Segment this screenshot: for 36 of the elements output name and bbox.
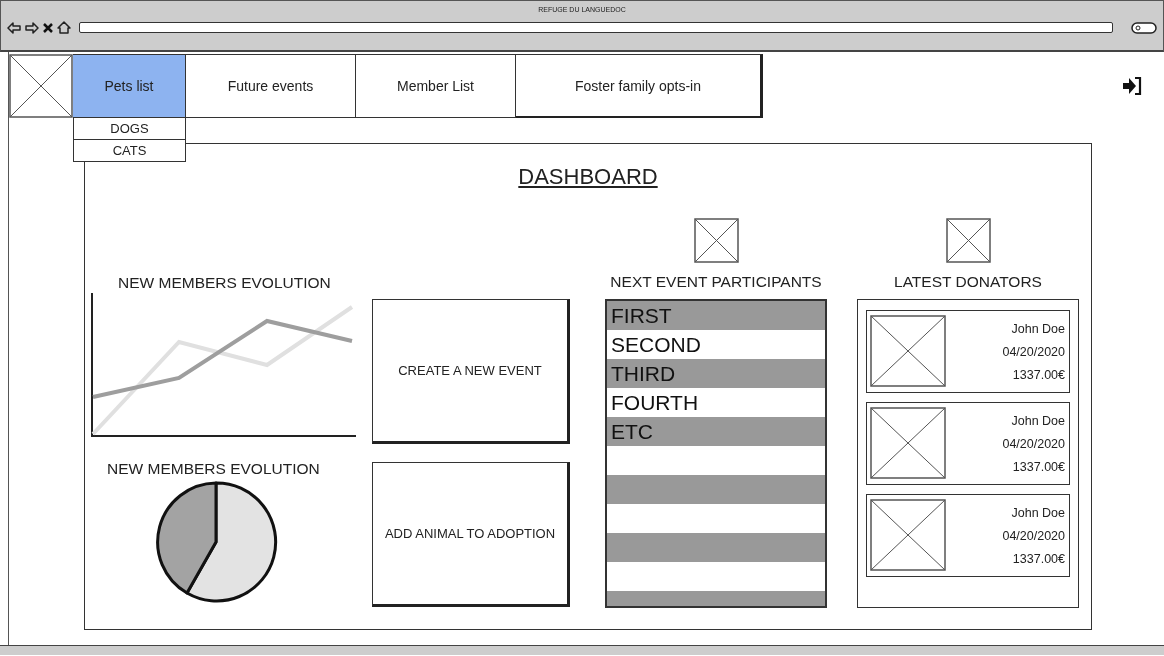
action-button[interactable]: ADD ANIMAL TO ADOPTION (372, 462, 570, 607)
login-icon[interactable] (1122, 76, 1142, 96)
donator-name: John Doe (1011, 321, 1065, 336)
participant-name: THIRD (610, 361, 677, 387)
donation-date: 04/20/2020 (1002, 436, 1065, 451)
menu-item[interactable]: DOGS (73, 118, 186, 140)
action-button[interactable]: CREATE A NEW EVENT (372, 299, 570, 444)
image-placeholder (693, 218, 739, 263)
donation-amount: 1337.00€ (1012, 459, 1065, 474)
back-icon[interactable] (7, 21, 21, 34)
home-icon[interactable] (57, 21, 71, 34)
donation-date: 04/20/2020 (1002, 344, 1065, 359)
donation-date: 04/20/2020 (1002, 528, 1065, 543)
participant-name: SECOND (610, 332, 702, 358)
dashboard-title: DASHBOARD (517, 164, 659, 191)
participant-name: ETC (610, 419, 654, 445)
search-icon[interactable] (1131, 21, 1157, 34)
chart-title: NEW MEMBERS EVOLUTION (107, 460, 321, 478)
donation-amount: 1337.00€ (1012, 551, 1065, 566)
nav-tab[interactable]: Pets list (73, 54, 186, 118)
nav-tab[interactable]: Foster family opts-in (516, 54, 763, 118)
section-title: NEXT EVENT PARTICIPANTS (610, 273, 822, 291)
nav-tab[interactable]: Member List (356, 54, 516, 118)
participant-name: FIRST (610, 303, 673, 329)
address-field[interactable] (79, 22, 1113, 33)
close-icon[interactable] (43, 22, 53, 33)
donator-name: John Doe (1011, 505, 1065, 520)
donation-amount: 1337.00€ (1012, 367, 1065, 382)
menu-item[interactable]: CATS (73, 140, 186, 162)
forward-icon[interactable] (25, 21, 39, 34)
section-title: LATEST DONATORS (894, 273, 1042, 291)
chart-title: NEW MEMBERS EVOLUTION (118, 274, 331, 292)
participant-name: FOURTH (610, 390, 700, 416)
image-placeholder (945, 218, 991, 263)
nav-tab[interactable]: Future events (186, 54, 356, 118)
donator-name: John Doe (1011, 413, 1065, 428)
